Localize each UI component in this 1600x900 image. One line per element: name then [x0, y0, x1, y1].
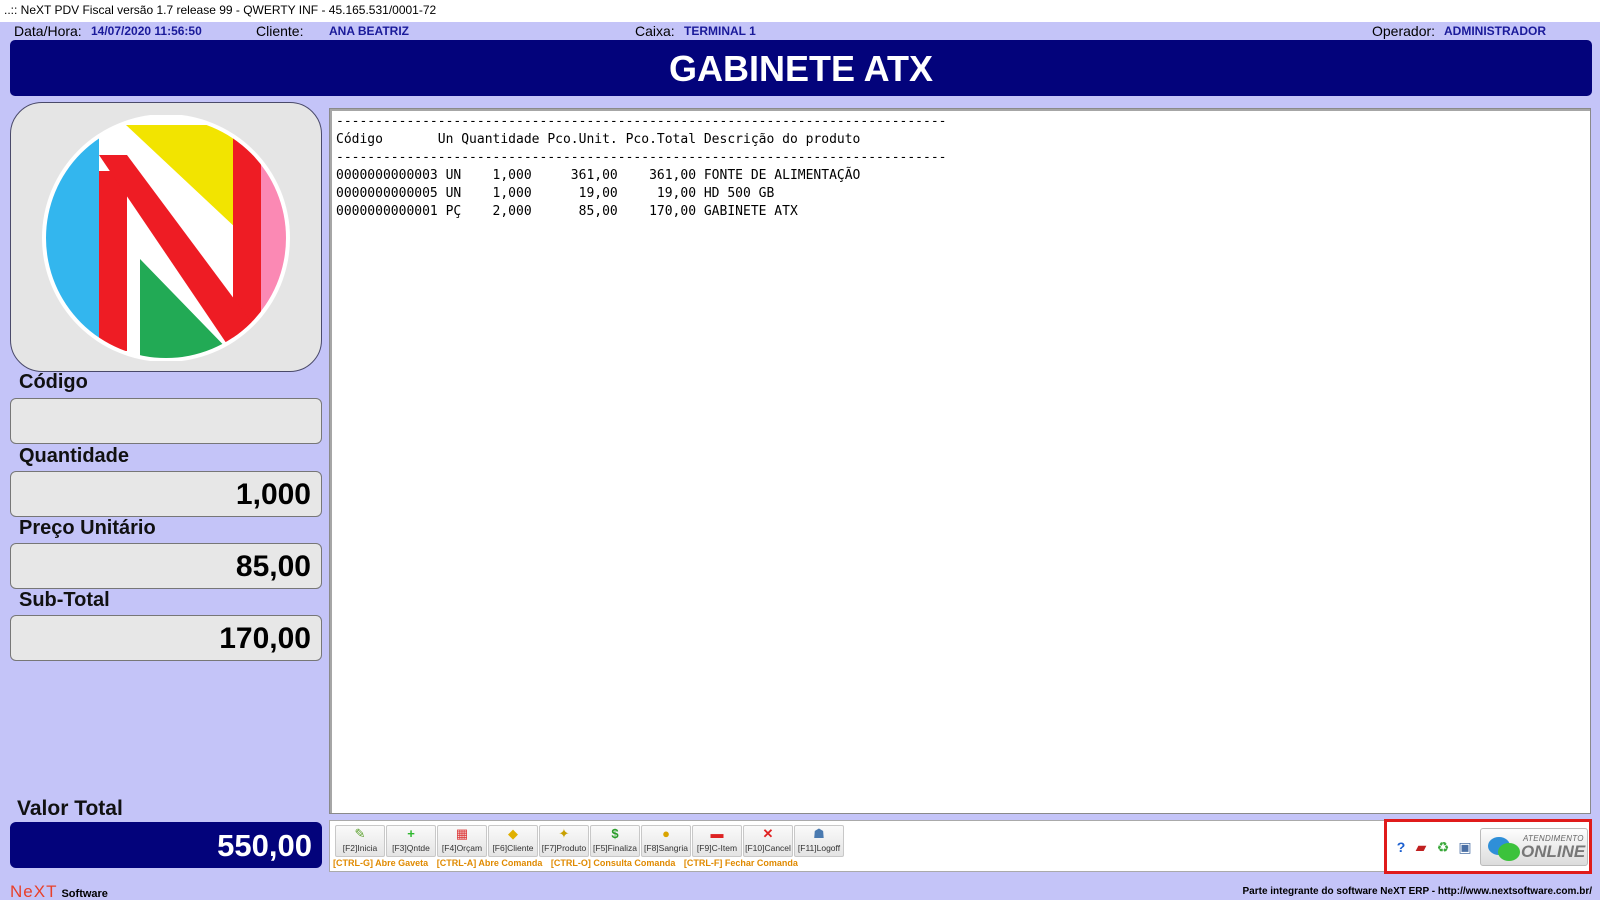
cancel-sale-button[interactable]: ✕ [F10]Cancel [743, 825, 793, 857]
subtotal-label: Sub-Total [19, 589, 110, 611]
client-value: ANA BEATRIZ [329, 24, 409, 38]
subtotal-field: 170,00 [10, 615, 322, 661]
shortcut-hint: [CTRL-A] Abre Comanda [436, 858, 543, 868]
finalize-button[interactable]: $ [F5]Finaliza [590, 825, 640, 857]
code-label: Código [19, 371, 88, 393]
datetime-value: 14/07/2020 11:56:50 [91, 24, 202, 38]
online-big-text: ONLINE [1521, 842, 1586, 861]
product-button[interactable]: ✦ [F7]Produto [539, 825, 589, 857]
datetime-label: Data/Hora: [14, 23, 82, 39]
quote-button[interactable]: ▦ [F4]Orçam [437, 825, 487, 857]
list-item: 0000000000003 UN 1,000 361,00 361,00 FON… [336, 168, 861, 183]
shortcut-hint: [CTRL-G] Abre Gaveta [333, 858, 429, 868]
register-value: TERMINAL 1 [684, 24, 756, 38]
product-banner: GABINETE ATX [10, 40, 1592, 96]
logoff-icon: ☗ [813, 826, 825, 841]
window-title: ..:: NeXT PDV Fiscal versão 1.7 release … [0, 0, 1600, 22]
plus-icon: + [407, 826, 415, 841]
cancel-icon: ✕ [762, 826, 774, 841]
online-support-button[interactable]: ATENDIMENTO ONLINE [1480, 828, 1588, 866]
footer-logo: NeXT Software [10, 882, 108, 900]
client-label: Cliente: [256, 23, 304, 39]
list-separator: ----------------------------------------… [336, 150, 947, 165]
calendar-icon: ▦ [455, 826, 469, 841]
pencil-icon: ✎ [354, 826, 366, 841]
remove-item-icon: ▬ [710, 826, 724, 841]
total-label: Valor Total [17, 797, 123, 820]
logo-panel [10, 102, 322, 372]
code-input[interactable] [10, 398, 322, 444]
next-brand-text: NeXT [10, 882, 58, 900]
shortcut-hint: [CTRL-O] Consulta Comanda [550, 858, 676, 868]
client-button[interactable]: ◆ [F6]Cliente [488, 825, 538, 857]
register-label: Caixa: [635, 23, 675, 39]
list-separator: ----------------------------------------… [336, 114, 947, 129]
recycle-icon[interactable]: ♻ [1433, 837, 1453, 857]
help-icon[interactable]: ? [1391, 837, 1411, 857]
operator-label: Operador: [1372, 23, 1436, 39]
software-brand-text: Software [61, 888, 108, 900]
unit-price-label: Preço Unitário [19, 517, 156, 539]
quantity-field: 1,000 [10, 471, 322, 517]
cancel-item-button[interactable]: ▬ [F9]C-Item [692, 825, 742, 857]
list-header: Código Un Quantidade Pco.Unit. Pco.Total… [336, 132, 861, 147]
next-logo-icon [42, 115, 290, 361]
online-support-area: ? ▰ ♻ ▣ ATENDIMENTO ONLINE [1384, 819, 1592, 874]
tag-icon: ◆ [508, 826, 518, 841]
footer-note: Parte integrante do software NeXT ERP - … [1242, 886, 1592, 897]
chat-bubbles-icon [1488, 837, 1520, 861]
list-item: 0000000000005 UN 1,000 19,00 19,00 HD 50… [336, 186, 775, 201]
start-button[interactable]: ✎ [F2]Inicia [335, 825, 385, 857]
unit-price-field: 85,00 [10, 543, 322, 589]
product-icon: ✦ [558, 826, 570, 841]
operator-value: ADMINISTRADOR [1444, 24, 1546, 38]
dollar-icon: $ [611, 826, 619, 841]
quantity-label: Quantidade [19, 445, 130, 467]
total-value: 550,00 [10, 822, 322, 868]
shortcut-hints: [CTRL-G] Abre Gaveta [CTRL-A] Abre Coman… [333, 858, 804, 868]
info-bar: Data/Hora: 14/07/2020 11:56:50 Cliente: … [0, 22, 1600, 39]
list-item: 0000000000001 PÇ 2,000 85,00 170,00 GABI… [336, 204, 798, 219]
car-icon[interactable]: ▰ [1411, 837, 1431, 857]
logoff-button[interactable]: ☗ [F11]Logoff [794, 825, 844, 857]
coins-icon: ● [662, 826, 670, 841]
shortcut-hint: [CTRL-F] Fechar Comanda [683, 858, 798, 868]
withdrawal-button[interactable]: ● [F8]Sangria [641, 825, 691, 857]
monitor-icon[interactable]: ▣ [1455, 837, 1475, 857]
quantity-button[interactable]: + [F3]Qntde [386, 825, 436, 857]
sale-items-list[interactable]: ----------------------------------------… [329, 108, 1591, 814]
